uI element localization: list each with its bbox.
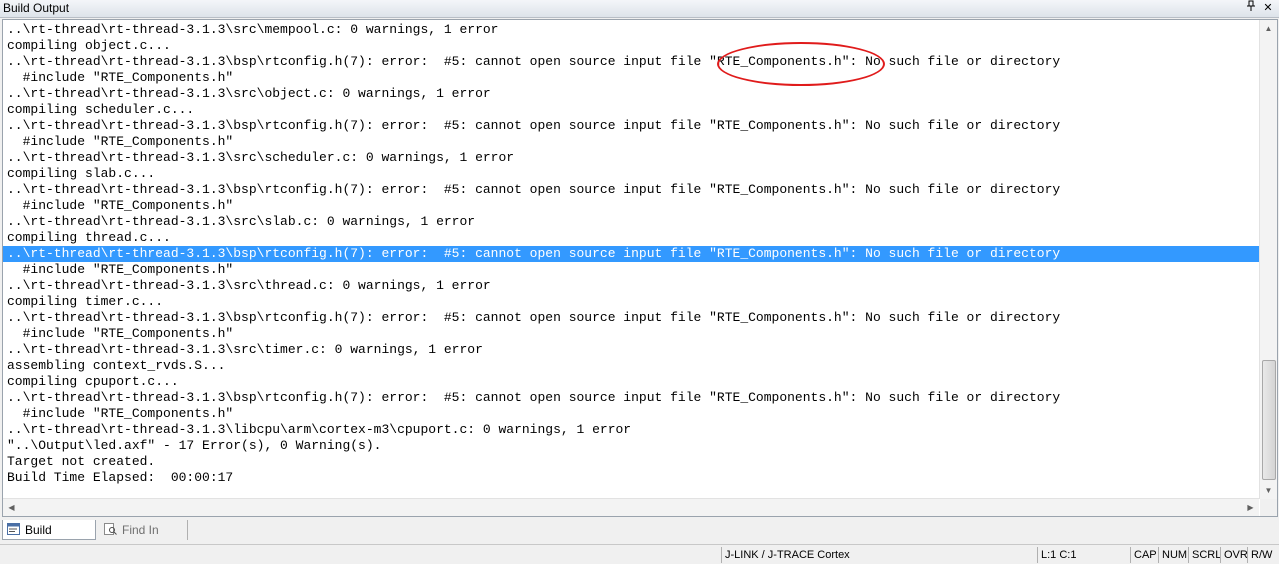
output-tabs: Build Output Find In Files — [0, 518, 1279, 557]
output-line[interactable]: ..\rt-thread\rt-thread-3.1.3\bsp\rtconfi… — [3, 390, 1259, 406]
build-output-icon — [7, 523, 20, 535]
output-line[interactable]: #include "RTE_Components.h" — [3, 262, 1259, 278]
scroll-down-icon[interactable]: ▼ — [1260, 482, 1277, 499]
status-scrl: SCRL — [1188, 547, 1221, 563]
pin-icon[interactable] — [1244, 0, 1258, 16]
output-line[interactable]: compiling scheduler.c... — [3, 102, 1259, 118]
scroll-up-icon[interactable]: ▲ — [1260, 20, 1277, 37]
output-line[interactable]: ..\rt-thread\rt-thread-3.1.3\bsp\rtconfi… — [3, 310, 1259, 326]
output-line[interactable]: ..\rt-thread\rt-thread-3.1.3\src\object.… — [3, 86, 1259, 102]
output-line[interactable]: #include "RTE_Components.h" — [3, 134, 1259, 150]
output-line[interactable]: compiling cpuport.c... — [3, 374, 1259, 390]
output-line[interactable]: ..\rt-thread\rt-thread-3.1.3\src\schedul… — [3, 150, 1259, 166]
output-line[interactable]: compiling object.c... — [3, 38, 1259, 54]
output-line[interactable]: Build Time Elapsed: 00:00:17 — [3, 470, 1259, 486]
scrollbar-corner — [1260, 499, 1277, 516]
build-output-titlebar: Build Output ✕ — [0, 0, 1279, 18]
output-line[interactable]: compiling timer.c... — [3, 294, 1259, 310]
status-cap: CAP — [1130, 547, 1158, 563]
output-line[interactable]: ..\rt-thread\rt-thread-3.1.3\bsp\rtconfi… — [3, 182, 1259, 198]
status-num: NUM — [1158, 547, 1188, 563]
close-icon[interactable]: ✕ — [1261, 0, 1275, 16]
output-line[interactable]: ..\rt-thread\rt-thread-3.1.3\bsp\rtconfi… — [3, 54, 1259, 70]
output-line[interactable]: ..\rt-thread\rt-thread-3.1.3\bsp\rtconfi… — [3, 118, 1259, 134]
output-line[interactable]: "..\Output\led.axf" - 17 Error(s), 0 War… — [3, 438, 1259, 454]
output-line[interactable]: #include "RTE_Components.h" — [3, 326, 1259, 342]
output-line[interactable]: #include "RTE_Components.h" — [3, 70, 1259, 86]
output-line[interactable]: ..\rt-thread\rt-thread-3.1.3\src\mempool… — [3, 22, 1259, 38]
status-bar: J-LINK / J-TRACE Cortex L:1 C:1 CAP NUM … — [0, 544, 1279, 564]
output-line[interactable]: ..\rt-thread\rt-thread-3.1.3\bsp\rtconfi… — [3, 246, 1259, 262]
output-lines[interactable]: ..\rt-thread\rt-thread-3.1.3\src\mempool… — [3, 22, 1259, 500]
output-line[interactable]: ..\rt-thread\rt-thread-3.1.3\libcpu\arm\… — [3, 422, 1259, 438]
output-line[interactable]: compiling slab.c... — [3, 166, 1259, 182]
vertical-scrollbar[interactable]: ▲ ▼ — [1259, 20, 1277, 499]
status-debugger: J-LINK / J-TRACE Cortex — [721, 547, 1034, 563]
status-ovr: OVR — [1220, 547, 1248, 563]
build-output-pane[interactable]: ..\rt-thread\rt-thread-3.1.3\src\mempool… — [2, 19, 1278, 517]
scroll-right-icon[interactable]: ▶ — [1242, 499, 1259, 516]
horizontal-scrollbar[interactable]: ◀ ▶ — [3, 498, 1259, 516]
tab-build-output[interactable]: Build Output — [2, 520, 96, 557]
output-line[interactable]: Target not created. — [3, 454, 1259, 470]
pin-icon-svg — [1247, 0, 1255, 11]
output-line[interactable]: assembling context_rvds.S... — [3, 358, 1259, 374]
output-line[interactable]: ..\rt-thread\rt-thread-3.1.3\src\thread.… — [3, 278, 1259, 294]
tab-find-in-files[interactable]: Find In Files — [100, 520, 188, 557]
output-line[interactable]: #include "RTE_Components.h" — [3, 198, 1259, 214]
output-line[interactable]: compiling thread.c... — [3, 230, 1259, 246]
find-in-files-icon — [104, 523, 117, 535]
panel-title: Build Output — [3, 1, 70, 15]
scrollbar-thumb[interactable] — [1262, 360, 1276, 480]
output-line[interactable]: #include "RTE_Components.h" — [3, 406, 1259, 422]
status-position: L:1 C:1 — [1037, 547, 1127, 563]
output-line[interactable]: ..\rt-thread\rt-thread-3.1.3\src\slab.c:… — [3, 214, 1259, 230]
output-line[interactable]: ..\rt-thread\rt-thread-3.1.3\src\timer.c… — [3, 342, 1259, 358]
status-rw: R/W — [1247, 547, 1277, 563]
scroll-left-icon[interactable]: ◀ — [3, 499, 20, 516]
